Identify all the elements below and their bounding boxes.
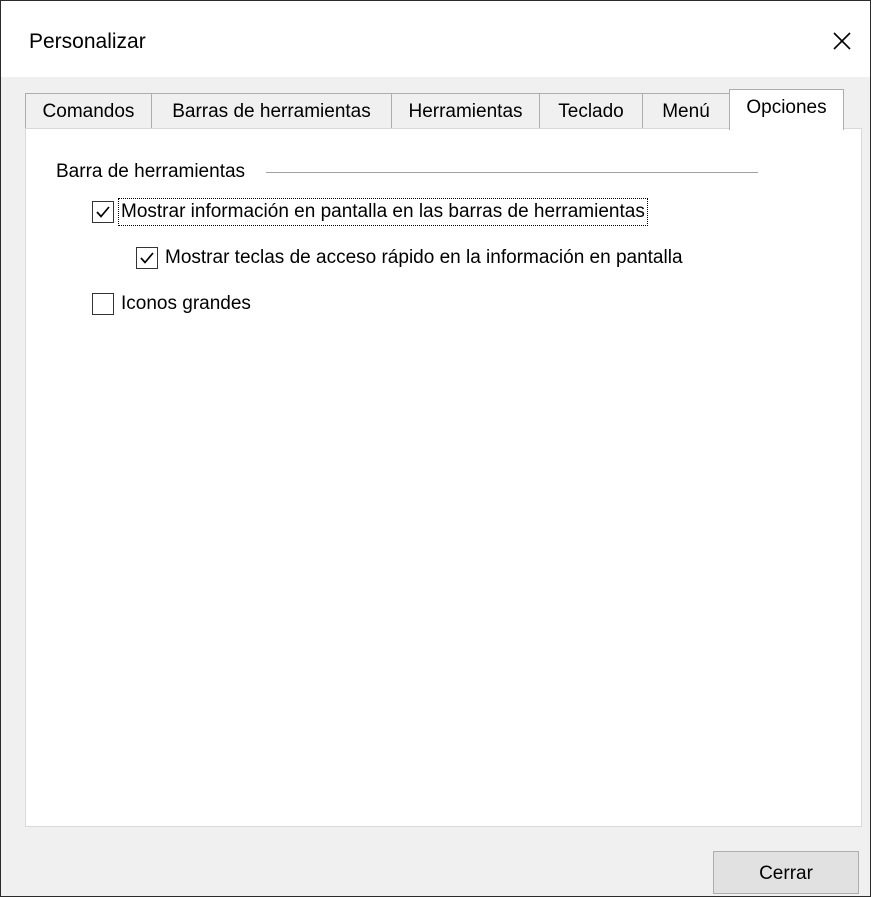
window-title: Personalizar [29, 30, 146, 53]
tab-barras-de-herramientas[interactable]: Barras de herramientas [151, 93, 392, 128]
show-screentips-label[interactable]: Mostrar información en pantalla en las b… [118, 198, 648, 226]
customize-dialog: Personalizar Comandos Barras de herramie… [0, 0, 871, 897]
show-screentips-option[interactable]: Mostrar información en pantalla en las b… [92, 198, 648, 226]
close-window-button[interactable] [822, 23, 862, 59]
show-shortcut-keys-option[interactable]: Mostrar teclas de acceso rápido en la in… [136, 245, 685, 271]
tab-menu[interactable]: Menú [642, 93, 730, 128]
show-shortcut-keys-checkbox[interactable] [136, 247, 158, 269]
group-divider [266, 172, 758, 173]
checkmark-icon [96, 206, 110, 218]
title-bar: Personalizar [1, 1, 870, 77]
large-icons-label[interactable]: Iconos grandes [119, 291, 253, 317]
toolbar-group-label: Barra de herramientas [56, 161, 256, 183]
tab-herramientas[interactable]: Herramientas [391, 93, 540, 128]
show-shortcut-keys-label[interactable]: Mostrar teclas de acceso rápido en la in… [163, 245, 685, 271]
show-screentips-checkbox[interactable] [92, 201, 114, 223]
tab-teclado[interactable]: Teclado [539, 93, 643, 128]
close-icon [833, 32, 851, 50]
tab-opciones[interactable]: Opciones [729, 89, 844, 130]
options-tab-panel: Barra de herramientas Mostrar informació… [25, 128, 862, 827]
large-icons-option[interactable]: Iconos grandes [92, 291, 253, 317]
large-icons-checkbox[interactable] [92, 293, 114, 315]
cerrar-button[interactable]: Cerrar [713, 851, 859, 894]
checkmark-icon [140, 252, 154, 264]
tab-comandos[interactable]: Comandos [25, 93, 152, 128]
